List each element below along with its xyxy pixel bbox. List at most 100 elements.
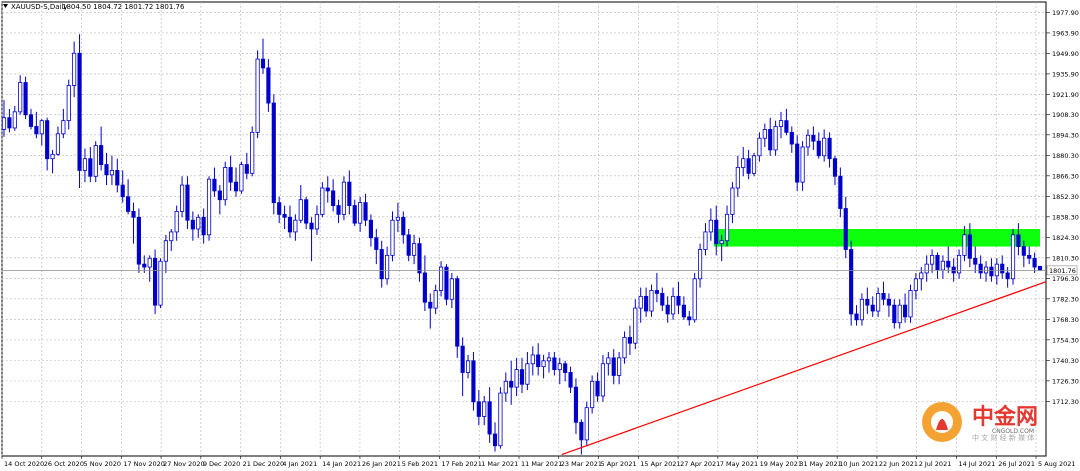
candle-bull — [465, 360, 471, 373]
candle-bear — [45, 120, 50, 160]
candle-bull — [822, 137, 827, 157]
x-tick-label: 23 Mar 2021 — [561, 460, 602, 468]
candle-bull — [525, 363, 530, 385]
candle-bull — [395, 216, 400, 221]
candle-bear — [832, 158, 838, 177]
candle-bull — [638, 295, 643, 309]
candle-bull — [147, 257, 152, 268]
candle-bear — [746, 158, 751, 174]
candle-bull — [498, 392, 503, 447]
candle-bear — [260, 58, 266, 69]
candle-bull — [600, 363, 606, 397]
candle-bear — [282, 213, 287, 218]
candle-bear — [228, 167, 233, 183]
candle-bear — [665, 304, 670, 315]
candle-bull — [163, 240, 168, 262]
candle-bear — [978, 263, 983, 274]
candle-bear — [881, 293, 886, 300]
candle-bear — [120, 184, 125, 198]
candle-bull — [174, 211, 179, 233]
x-tick-label: 31 May 2021 — [799, 460, 841, 468]
candle-bear — [849, 249, 854, 315]
x-tick-label: 27 Apr 2021 — [680, 460, 720, 468]
candle-bear — [654, 290, 659, 294]
candle-bear — [827, 137, 832, 160]
candle-bear — [304, 199, 309, 224]
candle-bear — [935, 254, 940, 271]
candle-bull — [940, 260, 945, 271]
x-tick-label: 22 Jun 2021 — [879, 460, 918, 468]
y-tick-label: 1712.30 — [1052, 398, 1079, 406]
candle-bear — [136, 216, 141, 265]
candle-bear — [277, 202, 282, 215]
candle-bull — [919, 272, 924, 280]
x-tick-label: 5 Apr 2021 — [601, 460, 637, 468]
candle-bear — [331, 190, 336, 206]
candle-bull — [692, 278, 697, 321]
candle-bear — [1016, 234, 1021, 247]
candle-bull — [206, 178, 212, 236]
x-tick-label: 11 Mar 2021 — [521, 460, 562, 468]
candle-bear — [471, 360, 476, 403]
candle-bear — [768, 129, 773, 151]
x-tick-label: 15 Apr 2021 — [640, 460, 680, 468]
candle-bear — [104, 164, 109, 176]
candle-bear — [865, 298, 870, 306]
candle-bull — [341, 181, 347, 215]
candle-bear — [892, 304, 897, 324]
candle-bear — [131, 211, 136, 218]
candle-bull — [50, 153, 55, 160]
y-tick-label: 1824.30 — [1052, 234, 1079, 242]
x-tick-label: 17 Nov 2020 — [123, 460, 165, 468]
candle-bear — [309, 222, 314, 230]
candle-bear — [509, 380, 514, 388]
x-tick-label: 1 Mar 2021 — [481, 460, 518, 468]
candle-bear — [271, 102, 276, 204]
candle-bull — [449, 278, 454, 300]
candle-bear — [789, 131, 794, 145]
watermark-brand: 中金网 — [972, 404, 1038, 430]
candle-bull — [606, 357, 611, 365]
candle-bear — [1021, 246, 1026, 256]
candle-bear — [552, 357, 557, 370]
candle-bull — [724, 213, 730, 242]
candle-bull — [433, 290, 438, 309]
price-chart[interactable]: 1801.76 1977.90 1963.90 1949.90 1935.90 1921… — [0, 0, 1080, 471]
candle-bear — [563, 363, 568, 373]
x-tick-label: 10 Jun 2021 — [839, 460, 878, 468]
watermark-site: CNGOLD.COM — [992, 428, 1034, 435]
watermark: 中金网 中 文 财 经 新 媒 体 CNGOLD.COM — [922, 402, 1038, 442]
candle-bull — [622, 336, 627, 359]
candle-bear — [681, 304, 686, 318]
y-tick-label: 1796.30 — [1052, 275, 1079, 283]
candle-bear — [185, 184, 190, 221]
x-tick-label: 14 Oct 2020 — [4, 460, 44, 468]
candle-bull — [61, 120, 66, 135]
x-tick-label: 9 Dec 2020 — [203, 460, 240, 468]
candle-bear — [1000, 263, 1005, 274]
candle-bull — [1010, 234, 1016, 280]
candle-bull — [741, 158, 746, 168]
candle-bear — [811, 134, 816, 142]
candle-bear — [352, 205, 357, 224]
candle-bull — [196, 216, 201, 230]
candle-bear — [115, 170, 120, 186]
candle-bull — [1, 117, 7, 130]
candle-bull — [773, 126, 778, 151]
candle-bull — [913, 278, 918, 291]
y-tick-label: 1935.90 — [1052, 70, 1079, 78]
x-tick-label: 26 Oct 2020 — [44, 460, 84, 468]
candle-bull — [719, 240, 724, 245]
candle-bear — [244, 164, 249, 174]
candle-bull — [730, 187, 735, 215]
x-tick-label: 26 Jul 2021 — [998, 460, 1035, 468]
y-tick-label: 1963.90 — [1052, 29, 1079, 37]
candle-bull — [530, 354, 535, 365]
candle-bull — [66, 85, 71, 122]
candle-bull — [390, 219, 395, 256]
candle-bull — [924, 263, 929, 274]
candle-bull — [72, 52, 77, 86]
candle-bull — [800, 146, 805, 183]
candle-bull — [546, 357, 552, 362]
candle-bear — [422, 272, 427, 303]
